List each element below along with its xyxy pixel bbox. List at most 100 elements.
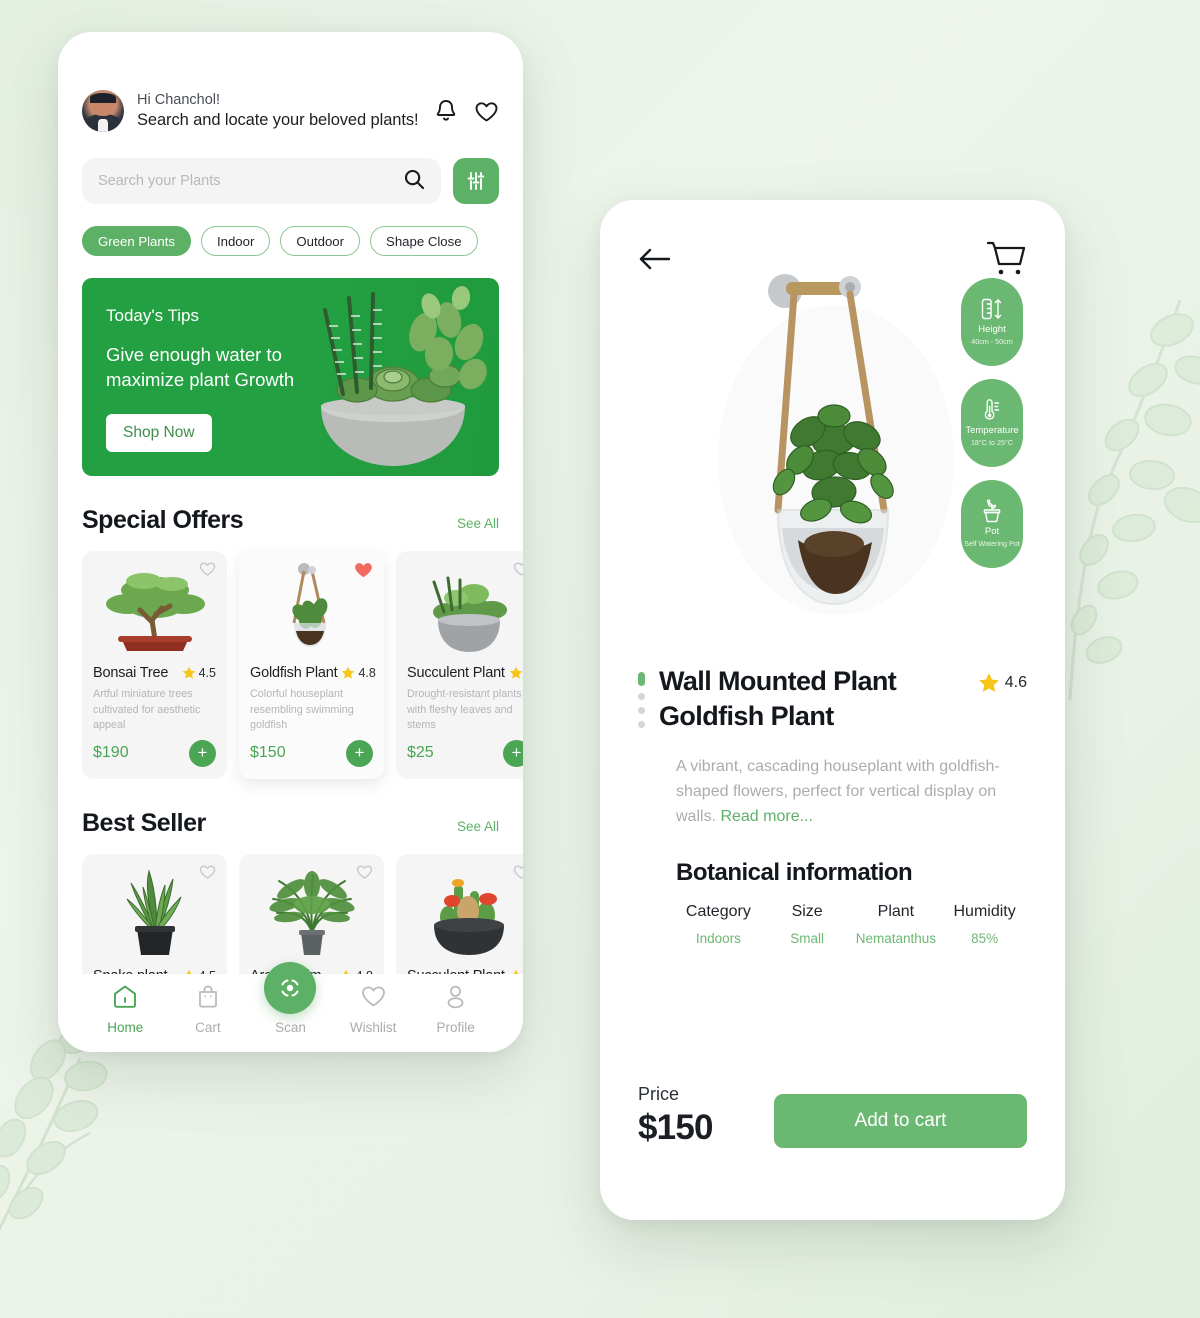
badge-height[interactable]: Height 40cm - 50cm xyxy=(961,278,1023,366)
badge-label: Pot xyxy=(984,526,1000,538)
product-title-line-1: Wall Mounted Plant xyxy=(659,666,897,696)
nav-label: Cart xyxy=(195,1020,221,1035)
product-detail-phone: Height 40cm - 50cm Temperature 18°C to 2… xyxy=(600,200,1065,1220)
add-to-cart-button[interactable]: + xyxy=(346,739,373,767)
heart-icon xyxy=(360,984,387,1014)
column-value: Indoors xyxy=(695,931,741,947)
nav-item-cart[interactable]: Cart xyxy=(167,984,250,1035)
greeting-text: Hi Chanchol! Search and locate your belo… xyxy=(137,92,419,130)
add-to-cart-button[interactable]: + xyxy=(503,739,523,767)
bottom-navigation: Home Cart Scan Wishlist Profile xyxy=(58,962,523,1052)
badge-temperature[interactable]: Temperature 18°C to 25°C xyxy=(961,379,1023,467)
pagination-dot-active[interactable] xyxy=(638,672,645,686)
product-description: A vibrant, cascading houseplant with gol… xyxy=(638,755,1027,829)
product-title: Wall Mounted Plant Goldfish Plant xyxy=(659,664,897,733)
search-input[interactable] xyxy=(98,173,395,189)
scan-icon[interactable] xyxy=(264,962,317,1014)
bell-icon[interactable] xyxy=(434,98,458,124)
product-image-bonsai xyxy=(93,561,216,656)
product-price: $25 xyxy=(407,744,434,762)
bag-icon xyxy=(196,984,220,1014)
botanical-information-table: Category Indoors Size Small Plant Nemata… xyxy=(638,903,1027,946)
pill-outdoor[interactable]: Outdoor xyxy=(280,226,361,256)
badge-value: 40cm - 50cm xyxy=(971,337,1013,347)
star-icon xyxy=(342,666,355,679)
column-header: Size xyxy=(791,903,823,921)
favorite-heart-icon[interactable] xyxy=(356,864,373,885)
column-header: Plant xyxy=(877,903,915,921)
column-value: Small xyxy=(790,931,824,947)
botanical-column-humidity: Humidity 85% xyxy=(942,903,1027,946)
special-offers-header: Special Offers See All xyxy=(82,506,499,535)
price-value: $150 xyxy=(638,1108,713,1147)
home-icon xyxy=(112,984,138,1014)
favorite-heart-icon[interactable] xyxy=(199,864,216,885)
favorite-heart-icon[interactable] xyxy=(199,561,216,582)
add-to-cart-button[interactable]: + xyxy=(189,739,216,767)
best-seller-header: Best Seller See All xyxy=(82,809,499,838)
product-title-line-2: Goldfish Plant xyxy=(659,700,834,731)
filter-sliders-icon[interactable] xyxy=(453,158,499,204)
thermometer-icon xyxy=(984,399,1000,420)
search-icon[interactable] xyxy=(403,168,425,195)
nav-label: Wishlist xyxy=(349,1020,397,1035)
see-all-special-offers[interactable]: See All xyxy=(457,516,499,531)
price-label: Price xyxy=(638,1084,680,1104)
section-title: Special Offers xyxy=(82,506,244,534)
badge-value: Self Watering Pot xyxy=(964,539,1020,549)
price-box: Price $150 xyxy=(638,1084,713,1148)
pill-shape-close[interactable]: Shape Close xyxy=(370,226,478,256)
search-box[interactable] xyxy=(82,158,441,204)
badge-label: Height xyxy=(978,324,1006,336)
nav-item-profile[interactable]: Profile xyxy=(414,984,497,1035)
search-row xyxy=(82,158,499,204)
nav-label: Home xyxy=(107,1020,144,1035)
product-image-areca-palm xyxy=(250,864,373,959)
column-value: Nematanthus xyxy=(855,931,937,947)
height-ruler-icon xyxy=(981,299,1002,320)
botanical-column-category: Category Indoors xyxy=(676,903,761,946)
nav-item-home[interactable]: Home xyxy=(84,984,167,1035)
botanical-column-size: Size Small xyxy=(765,903,850,946)
product-image-cactus xyxy=(407,864,523,959)
user-icon xyxy=(443,984,468,1014)
avatar[interactable] xyxy=(82,90,124,132)
product-hero-area: Height 40cm - 50cm Temperature 18°C to 2… xyxy=(638,260,1027,620)
heart-icon[interactable] xyxy=(474,100,499,123)
tips-banner: Today's Tips Give enough water to maximi… xyxy=(82,278,499,476)
greeting-name: Hi Chanchol! xyxy=(137,92,221,108)
pill-indoor[interactable]: Indoor xyxy=(200,226,271,256)
shop-now-button[interactable]: Shop Now xyxy=(106,413,212,452)
product-price: $150 xyxy=(250,744,286,762)
favorite-heart-icon[interactable] xyxy=(513,561,523,582)
image-pagination-dots[interactable] xyxy=(638,664,645,728)
special-offers-cards: Bonsai Tree 4.5 Artful miniature trees c… xyxy=(82,551,523,779)
rating-value: 4.6 xyxy=(1004,674,1027,691)
nav-item-wishlist[interactable]: Wishlist xyxy=(332,984,415,1035)
pagination-dot[interactable] xyxy=(638,707,645,714)
product-image-succulent xyxy=(407,561,523,656)
add-to-cart-button[interactable]: Add to cart xyxy=(774,1094,1027,1148)
star-icon xyxy=(182,666,195,679)
favorite-heart-icon[interactable] xyxy=(513,864,523,885)
rating-value: 4.8 xyxy=(358,666,376,680)
pill-green-plants[interactable]: Green Plants xyxy=(82,226,191,256)
star-icon xyxy=(509,666,523,679)
potted-plant-icon xyxy=(983,499,1001,523)
see-all-best-seller[interactable]: See All xyxy=(457,819,499,834)
product-rating: 4.5 xyxy=(182,666,216,680)
star-icon xyxy=(978,673,999,692)
product-price: $190 xyxy=(93,744,129,762)
product-card-succulent-plant[interactable]: Succulent Plant 4.7 Drought-resistant pl… xyxy=(396,551,523,779)
pagination-dot[interactable] xyxy=(638,693,645,700)
favorite-heart-icon-filled[interactable] xyxy=(354,561,373,584)
read-more-link[interactable]: Read more... xyxy=(720,808,812,825)
nav-item-scan[interactable]: Scan xyxy=(249,962,332,1035)
product-description: Artful miniature trees cultivated for ae… xyxy=(93,688,201,732)
pagination-dot[interactable] xyxy=(638,721,645,728)
product-card-bonsai-tree[interactable]: Bonsai Tree 4.5 Artful miniature trees c… xyxy=(82,551,227,779)
badge-pot[interactable]: Pot Self Watering Pot xyxy=(961,480,1023,568)
product-name: Succulent Plant xyxy=(407,665,505,681)
nav-label: Profile xyxy=(436,1020,475,1035)
product-card-goldfish-plant[interactable]: Goldfish Plant 4.8 Colorful houseplant r… xyxy=(239,551,384,779)
